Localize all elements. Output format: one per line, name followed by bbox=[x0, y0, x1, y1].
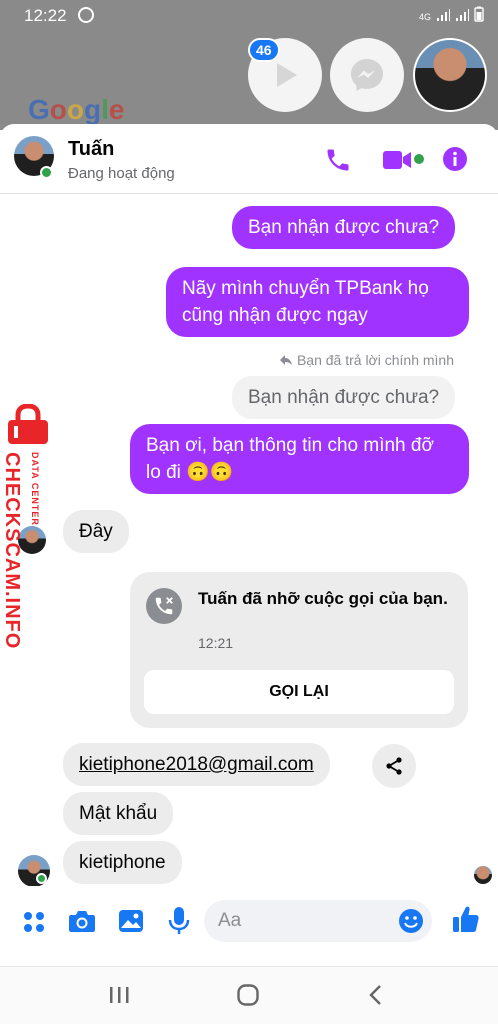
message-received-1[interactable]: Đây bbox=[63, 510, 129, 553]
contact-avatar bbox=[415, 40, 485, 110]
battery-icon bbox=[474, 6, 484, 22]
gallery-icon[interactable] bbox=[118, 909, 144, 933]
message-sent-1[interactable]: Bạn nhận được chưa? bbox=[232, 206, 456, 249]
messenger-chathead[interactable] bbox=[330, 38, 404, 112]
message-input-placeholder: Aa bbox=[218, 910, 242, 931]
microphone-icon[interactable] bbox=[168, 906, 190, 936]
emoji-icon[interactable] bbox=[398, 908, 424, 934]
message-email-link[interactable]: kietiphone2018@gmail.com bbox=[63, 743, 330, 786]
call-back-button[interactable]: GỌI LẠI bbox=[144, 670, 454, 714]
system-nav-bar bbox=[0, 966, 498, 1024]
recent-apps-icon[interactable] bbox=[108, 985, 130, 1005]
message-sent-3[interactable]: Bạn ơi, bạn thông tin cho mình đỡ lo đi … bbox=[130, 424, 469, 494]
play-icon bbox=[277, 63, 297, 87]
video-call-icon[interactable] bbox=[382, 148, 414, 172]
missed-call-text: Tuấn đã nhỡ cuộc gọi của bạn. bbox=[198, 589, 448, 608]
messenger-status-icon bbox=[78, 7, 94, 23]
share-icon bbox=[386, 757, 402, 775]
message-input[interactable]: Aa bbox=[204, 900, 432, 942]
missed-call-time: 12:21 bbox=[198, 635, 234, 651]
reply-icon bbox=[280, 355, 293, 365]
sender-online-dot bbox=[36, 873, 47, 884]
video-online-dot bbox=[414, 154, 424, 164]
apps-icon[interactable] bbox=[22, 910, 46, 934]
quoted-message[interactable]: Bạn nhận được chưa? bbox=[232, 376, 456, 419]
message-received-password[interactable]: kietiphone bbox=[63, 841, 182, 884]
watermark-subtext: DATA CENTER bbox=[30, 452, 40, 526]
status-time: 12:22 bbox=[24, 6, 67, 25]
share-button[interactable] bbox=[372, 744, 416, 788]
camera-icon[interactable] bbox=[68, 908, 96, 934]
info-icon[interactable] bbox=[442, 146, 468, 172]
status-bar: 12:22 4G bbox=[0, 0, 498, 30]
seen-avatar bbox=[474, 866, 492, 884]
contact-name[interactable]: Tuấn bbox=[68, 138, 114, 161]
message-sent-2[interactable]: Nãy mình chuyển TPBank họ cũng nhận được… bbox=[166, 267, 469, 337]
like-icon[interactable] bbox=[452, 904, 480, 934]
back-icon[interactable] bbox=[368, 984, 384, 1006]
chat-window: Tuấn Đang hoạt động Bạn nhận được chưa? … bbox=[0, 124, 498, 966]
missed-call-card: Tuấn đã nhỡ cuộc gọi của bạn. 12:21 GỌI … bbox=[130, 572, 468, 728]
messenger-icon bbox=[351, 59, 383, 91]
signal-icon bbox=[437, 9, 450, 21]
reply-note-text: Bạn đã trả lời chính mình bbox=[296, 352, 454, 368]
watermark: CHECKSCAM.INFO DATA CENTER bbox=[0, 404, 58, 654]
home-button-icon[interactable] bbox=[236, 983, 260, 1007]
phone-call-icon[interactable] bbox=[324, 146, 352, 174]
chat-header: Tuấn Đang hoạt động bbox=[0, 124, 498, 194]
message-composer: Aa bbox=[0, 886, 498, 964]
contact-status: Đang hoạt động bbox=[68, 165, 175, 182]
lock-icon bbox=[8, 404, 48, 444]
message-received-password-label[interactable]: Mật khẩu bbox=[63, 792, 174, 835]
signal-icon-2 bbox=[456, 9, 469, 21]
network-label: 4G bbox=[418, 12, 431, 22]
contact-chathead[interactable] bbox=[413, 38, 487, 112]
google-logo: Google bbox=[28, 94, 125, 125]
reply-note: Bạn đã trả lời chính mình bbox=[279, 352, 454, 368]
watermark-text: CHECKSCAM.INFO bbox=[1, 452, 23, 650]
status-right: 4G bbox=[419, 6, 484, 22]
notification-badge: 46 bbox=[248, 38, 280, 62]
online-indicator bbox=[40, 166, 53, 179]
missed-call-icon bbox=[146, 588, 182, 624]
